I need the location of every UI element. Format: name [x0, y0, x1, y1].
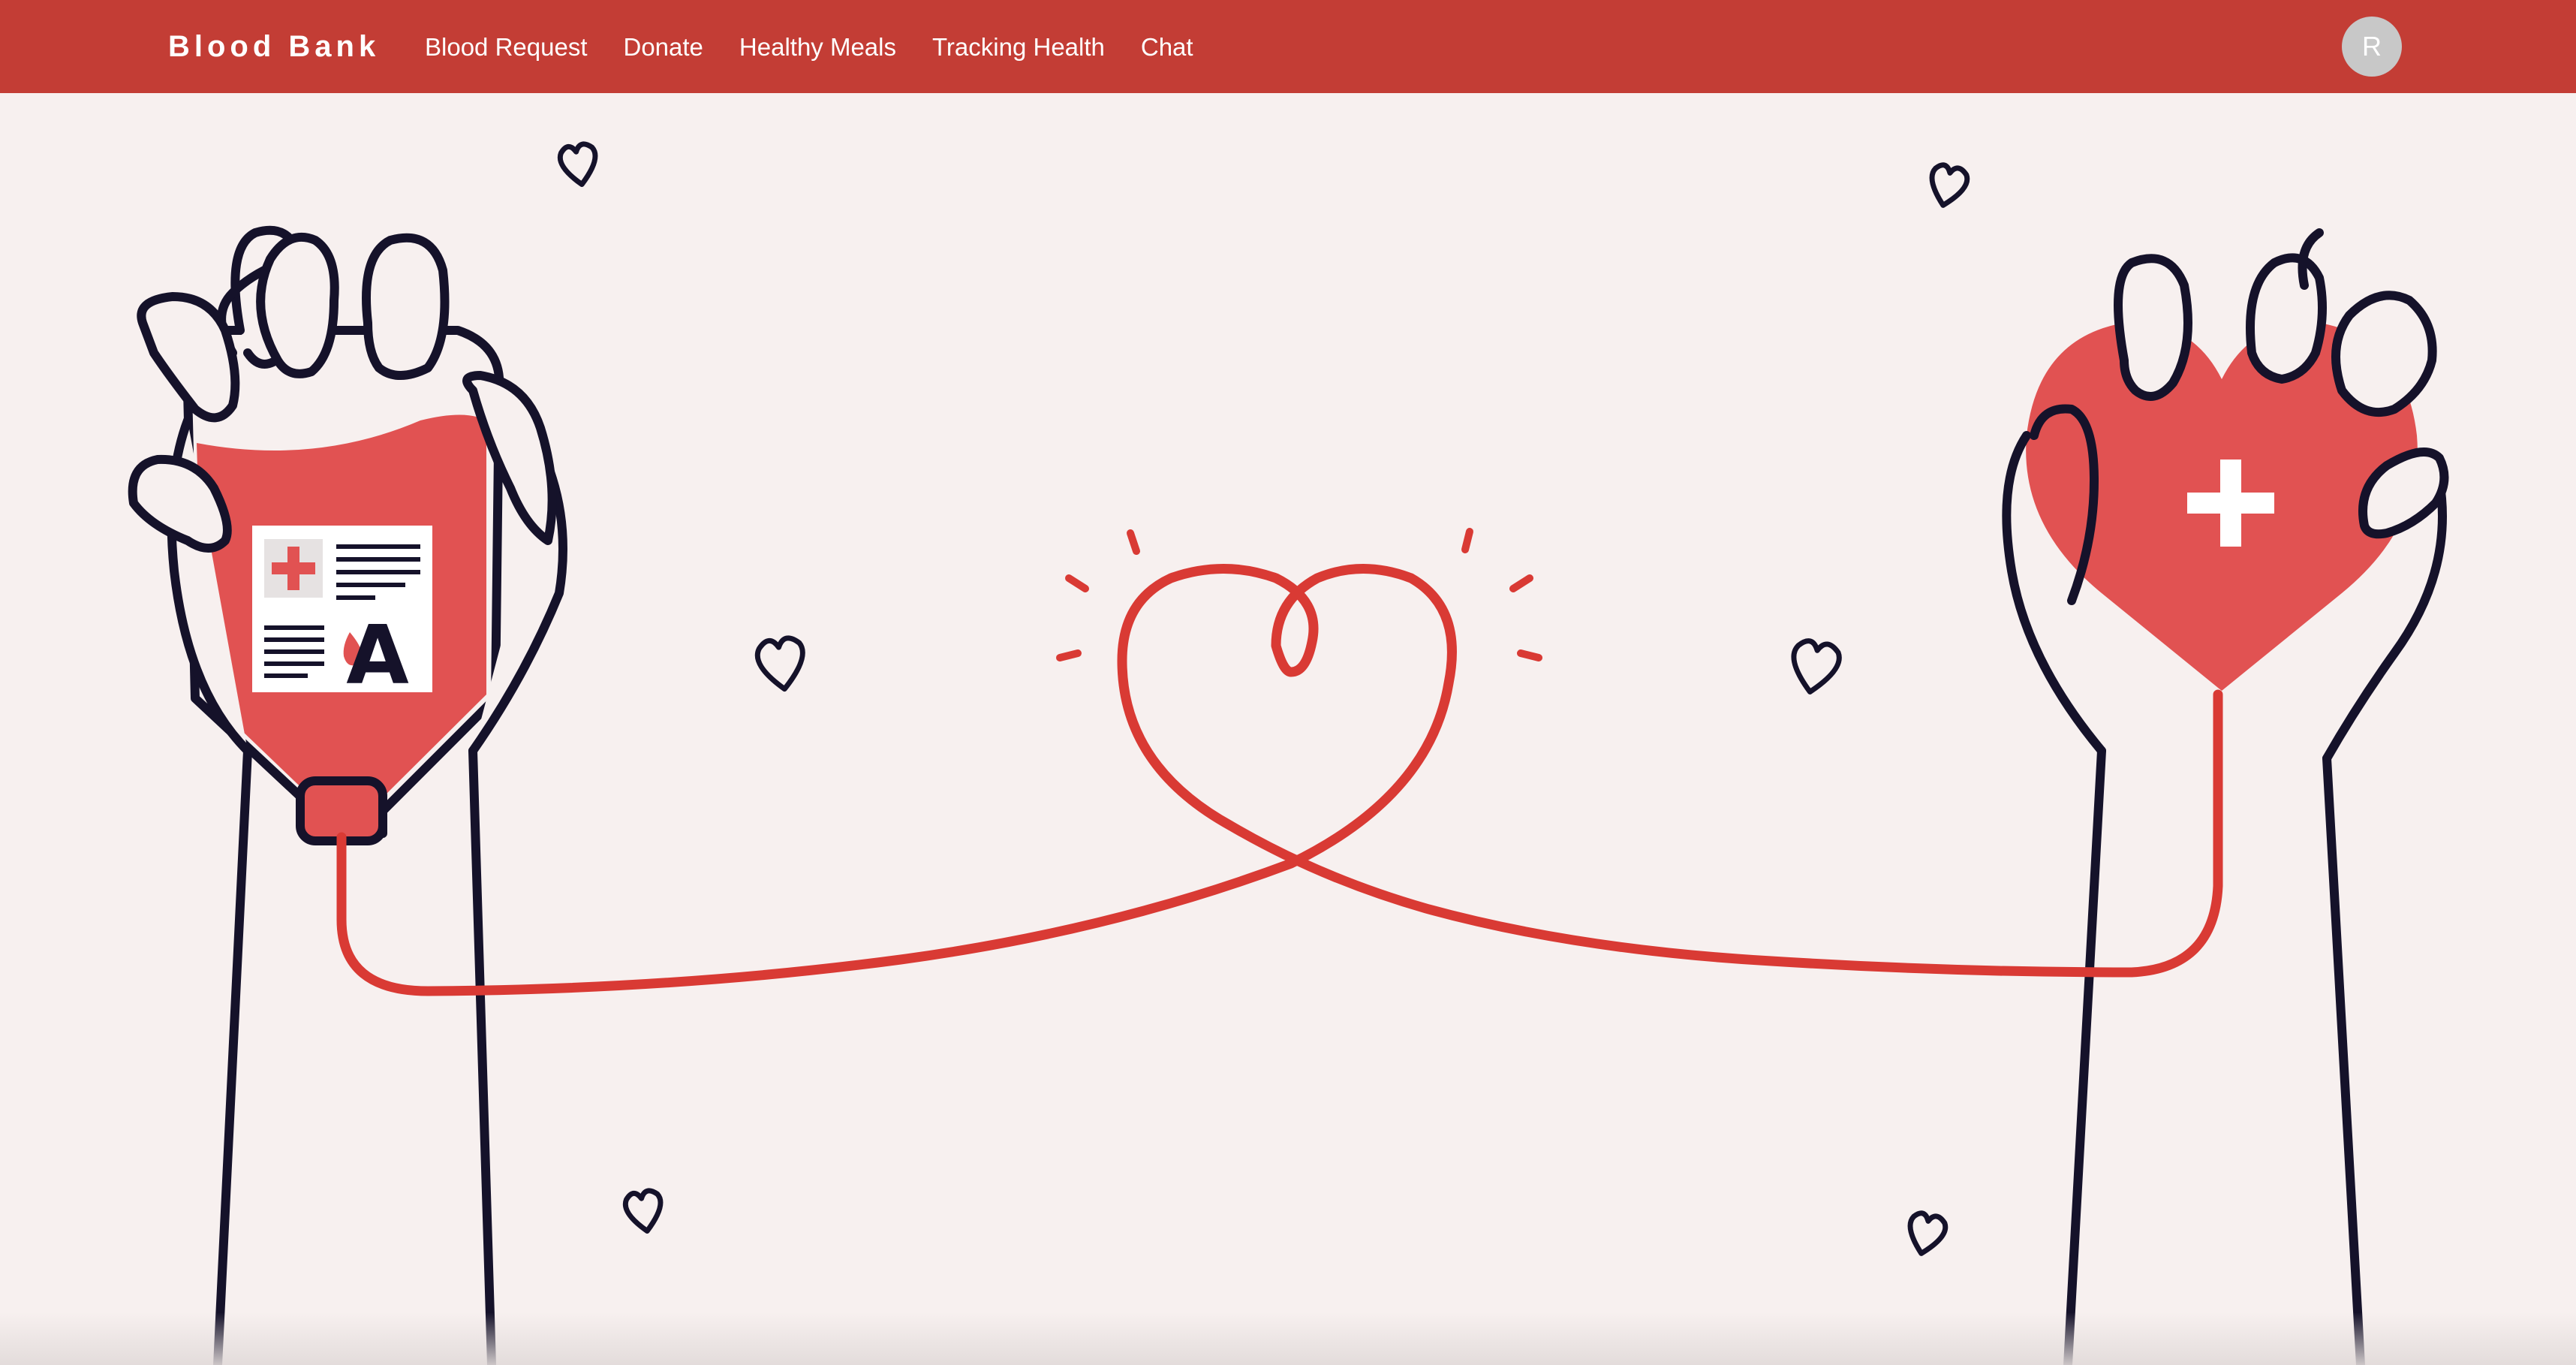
small-heart-icon [1929, 162, 1970, 208]
brand-logo-link[interactable]: Blood Bank [168, 26, 380, 68]
blood-donation-illustration: A [128, 141, 2449, 1365]
top-navbar: Blood Bank Blood Request Donate Healthy … [0, 0, 2576, 93]
nav-link-donate[interactable]: Donate [623, 29, 703, 65]
small-heart-icon [622, 1188, 664, 1234]
small-heart-icon [1791, 638, 1842, 695]
nav-link-chat[interactable]: Chat [1141, 29, 1193, 65]
bottom-shadow [0, 1312, 2576, 1365]
blood-bag-outlet [296, 776, 387, 845]
nav-link-tracking-health[interactable]: Tracking Health [932, 29, 1105, 65]
nav-link-healthy-meals[interactable]: Healthy Meals [739, 29, 896, 65]
nav-link-blood-request[interactable]: Blood Request [425, 29, 587, 65]
hero-illustration: A [0, 93, 2576, 1365]
small-heart-icon [557, 141, 598, 188]
small-heart-icon [754, 635, 805, 692]
user-avatar[interactable]: R [2342, 17, 2402, 77]
nav-links: Blood Request Donate Healthy Meals Track… [425, 29, 1193, 66]
blood-tube-line [336, 564, 2223, 996]
blood-type-label: A [346, 609, 409, 703]
small-heart-icon [1907, 1210, 1949, 1256]
